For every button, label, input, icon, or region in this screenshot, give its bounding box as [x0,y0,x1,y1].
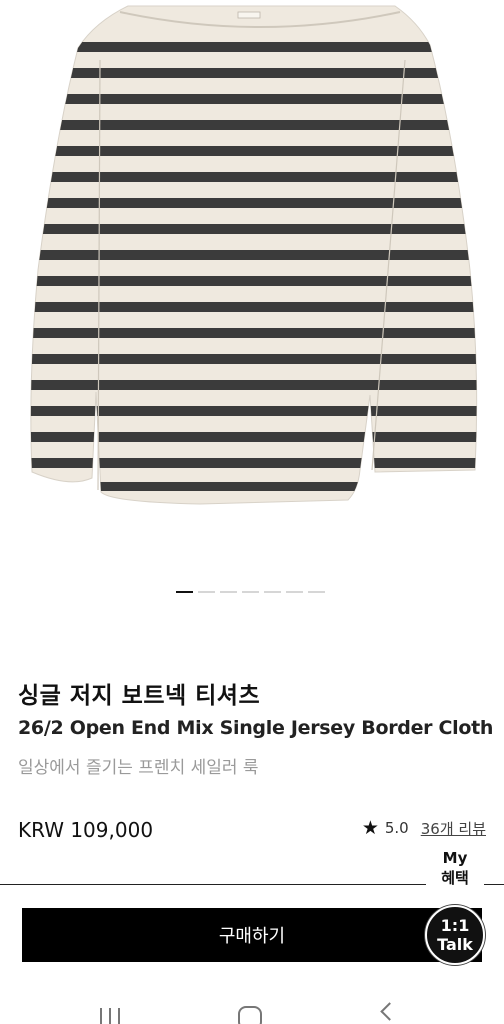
rating-summary: ★ 5.0 36개 리뷰 [362,817,486,839]
stripe [30,250,477,260]
pager-dot[interactable] [176,591,193,593]
product-price: KRW 109,000 [18,818,154,842]
stripe [30,172,477,182]
product-title-english: 26/2 Open End Mix Single Jersey Border C… [18,717,494,739]
stripe [30,482,477,491]
stripe [30,146,477,156]
stripe [30,42,477,52]
stripe [30,198,477,208]
recent-apps-icon[interactable] [98,1008,122,1024]
review-count-link[interactable]: 36개 리뷰 [421,818,486,839]
stripe [30,354,477,364]
product-image-carousel[interactable] [0,0,504,580]
pager-dot[interactable] [286,591,303,593]
stripe [30,328,477,338]
talk-label-line1: 1:1 [440,916,470,935]
brand-tag [237,11,261,19]
stripe [30,302,477,312]
back-icon[interactable] [380,1002,399,1021]
stripe [30,68,477,78]
stripe [30,380,477,390]
stripe [30,120,477,130]
benefit-label-line2: 혜택 [441,869,469,887]
benefit-label-line1: My [442,849,468,867]
home-icon[interactable] [238,1006,262,1024]
talk-label-line2: Talk [437,935,473,954]
pager-dot[interactable] [242,591,259,593]
stripe [30,406,477,416]
product-title-korean: 싱글 저지 보트넥 티셔츠 [18,683,261,709]
striped-shirt-image [30,5,478,505]
pager-dot[interactable] [220,591,237,593]
one-on-one-talk-button[interactable]: 1:1 Talk [425,905,485,965]
product-tagline: 일상에서 즐기는 프렌치 세일러 룩 [18,758,259,778]
rating-score: 5.0 [384,819,409,837]
buy-button[interactable]: 구매하기 [22,908,482,962]
pager-dot[interactable] [308,591,325,593]
stripe [30,458,477,468]
stripe [30,432,477,442]
my-benefit-button[interactable]: My 혜택 [426,848,484,896]
star-icon: ★ [361,817,379,839]
stripe [30,224,477,234]
system-nav-bar [0,990,504,1024]
stripe [30,276,477,286]
pager-dot[interactable] [198,591,215,593]
stripe [30,94,477,104]
carousel-pager [176,591,325,593]
pager-dot[interactable] [264,591,281,593]
